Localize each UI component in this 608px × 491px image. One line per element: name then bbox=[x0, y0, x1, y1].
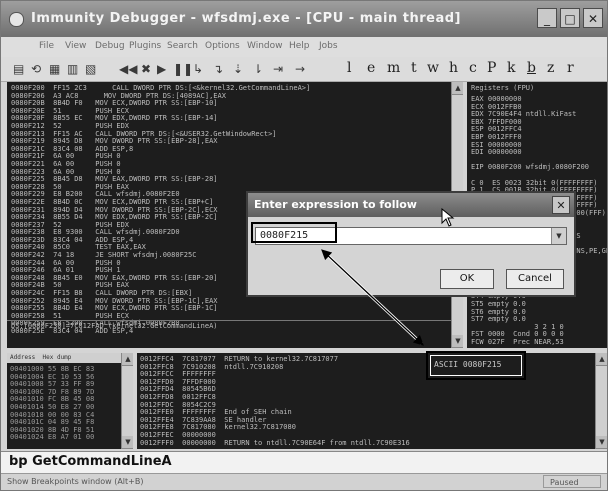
annotation-arrow bbox=[321, 249, 424, 346]
mouse-cursor-icon bbox=[441, 208, 455, 227]
debugger-window: Immunity Debugger - wfsdmj.exe - [CPU - … bbox=[0, 0, 608, 491]
